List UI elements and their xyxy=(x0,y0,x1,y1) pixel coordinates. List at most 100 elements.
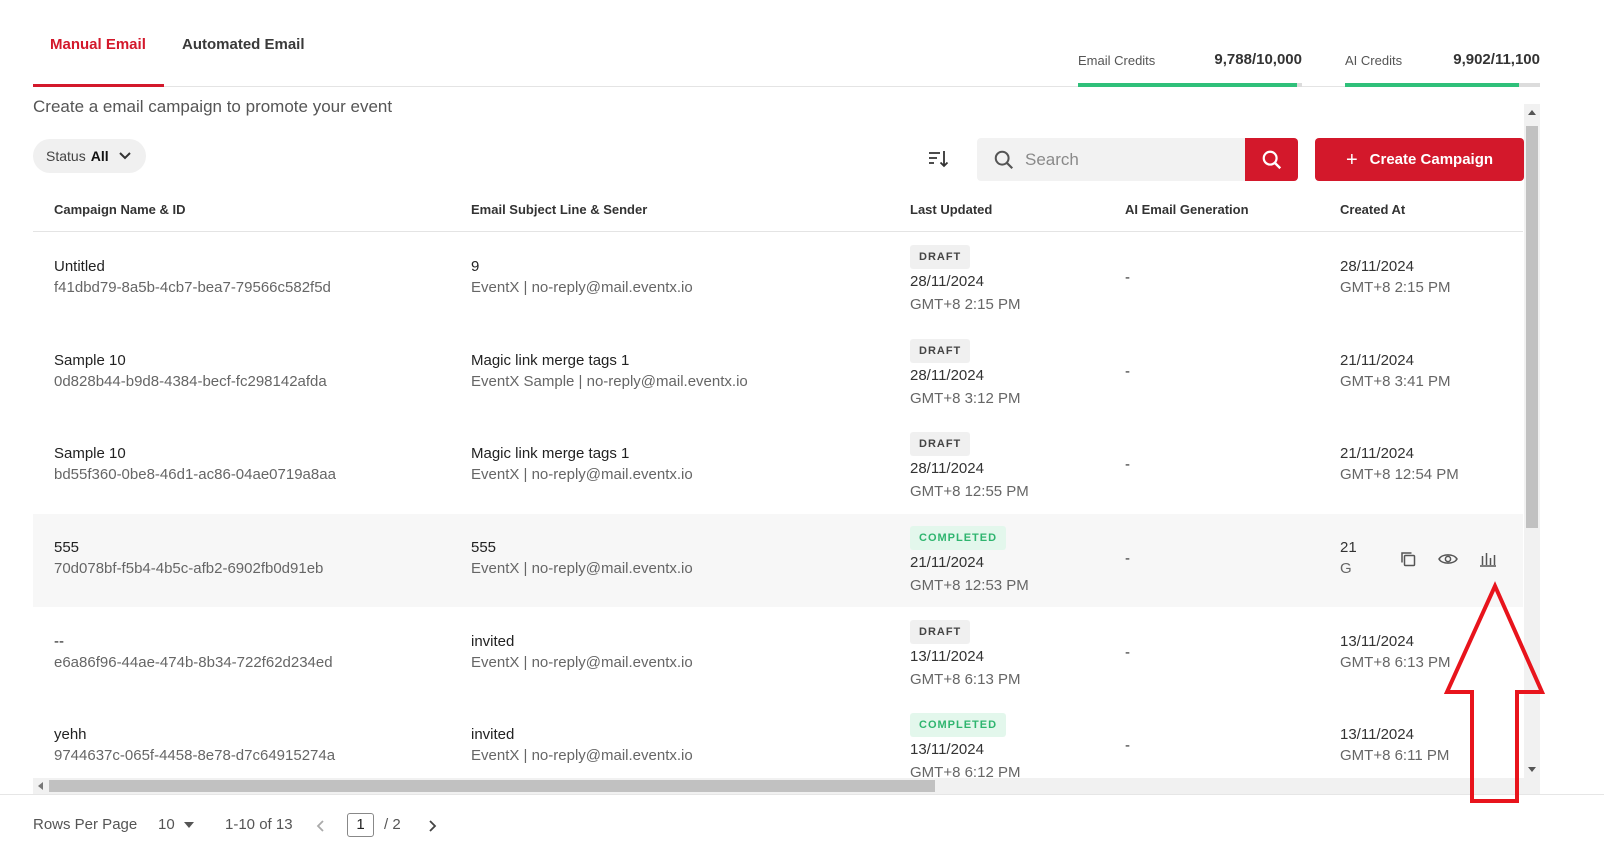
status-filter[interactable]: Status All xyxy=(33,139,146,173)
rows-per-page-select[interactable]: 10 xyxy=(158,816,194,833)
ai-generation-cell: - xyxy=(1125,363,1130,380)
page-subtitle: Create a email campaign to promote your … xyxy=(33,97,393,116)
email-credits-fill xyxy=(1078,83,1298,87)
sort-icon[interactable] xyxy=(926,147,950,171)
annotation-arrow-icon xyxy=(1443,581,1546,803)
page-number-input[interactable]: 1 xyxy=(347,813,374,837)
header-subject-sender[interactable]: Email Subject Line & Sender xyxy=(471,202,647,217)
active-tab-indicator xyxy=(33,84,164,87)
ai-generation-cell: - xyxy=(1125,644,1130,661)
updated-time: GMT+8 3:12 PM xyxy=(910,390,1021,407)
created-at-cell: 13/11/2024 GMT+8 6:13 PM xyxy=(1340,633,1450,671)
subject-cell: 555 EventX | no-reply@mail.eventx.io xyxy=(471,539,693,577)
table-row[interactable]: Sample 10 bd55f360-0be8-46d1-ac86-04ae071… xyxy=(33,420,1523,513)
bar-chart-icon[interactable] xyxy=(1479,551,1497,567)
table-row[interactable]: yehh 9744637c-065f-4458-8e78-d7c64915274a… xyxy=(33,701,1523,778)
vertical-scroll-thumb[interactable] xyxy=(1526,126,1538,528)
campaign-name: -- xyxy=(54,633,64,650)
caret-down-icon xyxy=(183,821,194,828)
created-at-cell: 21/11/2024 GMT+8 3:41 PM xyxy=(1340,352,1450,390)
rows-per-page-value: 10 xyxy=(158,816,175,833)
table-row[interactable]: Sample 10 0d828b44-b9d8-4384-becf-fc29814… xyxy=(33,327,1523,420)
chevron-right-icon[interactable] xyxy=(427,820,437,832)
campaign-name: Sample 10 xyxy=(54,445,126,462)
search-input[interactable] xyxy=(1025,149,1225,170)
horizontal-scrollbar[interactable] xyxy=(33,778,1540,794)
campaign-name-cell: -- e6a86f96-44ae-474b-8b34-722f62d234ed xyxy=(54,633,333,671)
scroll-up-arrow-icon[interactable] xyxy=(1528,110,1536,115)
ai-generation-cell: - xyxy=(1125,550,1130,567)
plus-icon: + xyxy=(1345,148,1358,171)
header-last-updated[interactable]: Last Updated xyxy=(910,202,992,217)
updated-time: GMT+8 12:53 PM xyxy=(910,577,1029,594)
search-icon xyxy=(994,150,1014,169)
ai-generation-cell: - xyxy=(1125,737,1130,754)
last-updated-cell: DRAFT 28/11/2024 GMT+8 12:55 PM xyxy=(910,432,1029,500)
email-credits-label: Email Credits xyxy=(1078,53,1156,68)
copy-icon[interactable] xyxy=(1399,550,1417,568)
footer-divider xyxy=(0,794,1604,795)
header-campaign-name[interactable]: Campaign Name & ID xyxy=(54,202,185,217)
status-badge: DRAFT xyxy=(910,432,971,456)
created-time: G xyxy=(1340,560,1352,577)
chevron-down-icon xyxy=(118,152,131,160)
search-button[interactable] xyxy=(1245,138,1298,181)
table-row[interactable]: 555 70d078bf-f5b4-4b5c-afb2-6902fb0d91eb 5… xyxy=(33,514,1523,607)
email-sender: EventX | no-reply@mail.eventx.io xyxy=(471,279,693,296)
created-date: 21 xyxy=(1340,539,1357,556)
tab-automated-email[interactable]: Automated Email xyxy=(182,36,305,53)
campaign-name: yehh xyxy=(54,726,87,743)
status-badge: COMPLETED xyxy=(910,713,1007,737)
ai-credits: AI Credits 9,902/11,100 xyxy=(1345,51,1540,87)
table-row[interactable]: Untitled f41dbd79-8a5b-4cb7-bea7-79566c58… xyxy=(33,233,1523,326)
email-subject: invited xyxy=(471,633,515,650)
scroll-left-arrow-icon[interactable] xyxy=(38,782,43,790)
created-date: 21/11/2024 xyxy=(1340,445,1414,462)
header-created-at[interactable]: Created At xyxy=(1340,202,1405,217)
ai-credits-value: 9,902/11,100 xyxy=(1453,51,1540,68)
email-subject: Magic link merge tags 1 xyxy=(471,352,630,369)
horizontal-scroll-thumb[interactable] xyxy=(49,780,935,792)
email-credits: Email Credits 9,788/10,000 xyxy=(1078,51,1302,87)
subject-cell: 9 EventX | no-reply@mail.eventx.io xyxy=(471,258,693,296)
create-campaign-button[interactable]: + Create Campaign xyxy=(1315,138,1524,181)
campaign-id: 0d828b44-b9d8-4384-becf-fc298142afda xyxy=(54,373,327,390)
tab-manual-email[interactable]: Manual Email xyxy=(50,36,146,53)
updated-date: 28/11/2024 xyxy=(910,367,984,384)
campaign-table: Campaign Name & ID Email Subject Line & … xyxy=(33,190,1523,778)
last-updated-cell: DRAFT 13/11/2024 GMT+8 6:13 PM xyxy=(910,620,1020,688)
updated-date: 28/11/2024 xyxy=(910,460,984,477)
ai-generation-cell: - xyxy=(1125,456,1130,473)
updated-date: 13/11/2024 xyxy=(910,648,984,665)
email-subject: invited xyxy=(471,726,515,743)
campaign-name: 555 xyxy=(54,539,80,556)
email-credits-value: 9,788/10,000 xyxy=(1214,51,1302,68)
updated-time: GMT+8 6:13 PM xyxy=(910,671,1021,688)
campaign-name-cell: Sample 10 0d828b44-b9d8-4384-becf-fc29814… xyxy=(54,352,327,390)
updated-date: 21/11/2024 xyxy=(910,554,984,571)
campaign-id: 9744637c-065f-4458-8e78-d7c64915274a xyxy=(54,747,336,764)
email-credits-bar xyxy=(1078,83,1302,87)
table-row[interactable]: -- e6a86f96-44ae-474b-8b34-722f62d234ed in… xyxy=(33,608,1523,701)
campaign-name-cell: Sample 10 bd55f360-0be8-46d1-ac86-04ae071… xyxy=(54,445,336,483)
created-at-cell: 28/11/2024 GMT+8 2:15 PM xyxy=(1340,258,1450,296)
updated-time: GMT+8 12:55 PM xyxy=(910,483,1029,500)
campaign-name-cell: 555 70d078bf-f5b4-4b5c-afb2-6902fb0d91eb xyxy=(54,539,323,577)
created-time: GMT+8 3:41 PM xyxy=(1340,373,1451,390)
campaign-id: e6a86f96-44ae-474b-8b34-722f62d234ed xyxy=(54,654,333,671)
pagination-range: 1-10 of 13 xyxy=(225,816,293,833)
email-sender: EventX | no-reply@mail.eventx.io xyxy=(471,654,693,671)
last-updated-cell: DRAFT 28/11/2024 GMT+8 3:12 PM xyxy=(910,339,1020,407)
status-badge: DRAFT xyxy=(910,620,971,644)
rows-per-page-label: Rows Per Page xyxy=(33,816,138,833)
row-actions xyxy=(1388,544,1508,574)
ai-credits-fill xyxy=(1345,83,1519,87)
updated-time: GMT+8 6:12 PM xyxy=(910,764,1021,778)
created-date: 13/11/2024 xyxy=(1340,633,1414,650)
status-badge: DRAFT xyxy=(910,339,971,363)
created-at-cell: 21 G xyxy=(1340,539,1357,577)
chevron-left-icon[interactable] xyxy=(316,820,326,832)
eye-icon[interactable] xyxy=(1438,552,1458,566)
campaign-id: bd55f360-0be8-46d1-ac86-04ae0719a8aa xyxy=(54,466,336,483)
header-ai-generation[interactable]: AI Email Generation xyxy=(1125,202,1249,217)
